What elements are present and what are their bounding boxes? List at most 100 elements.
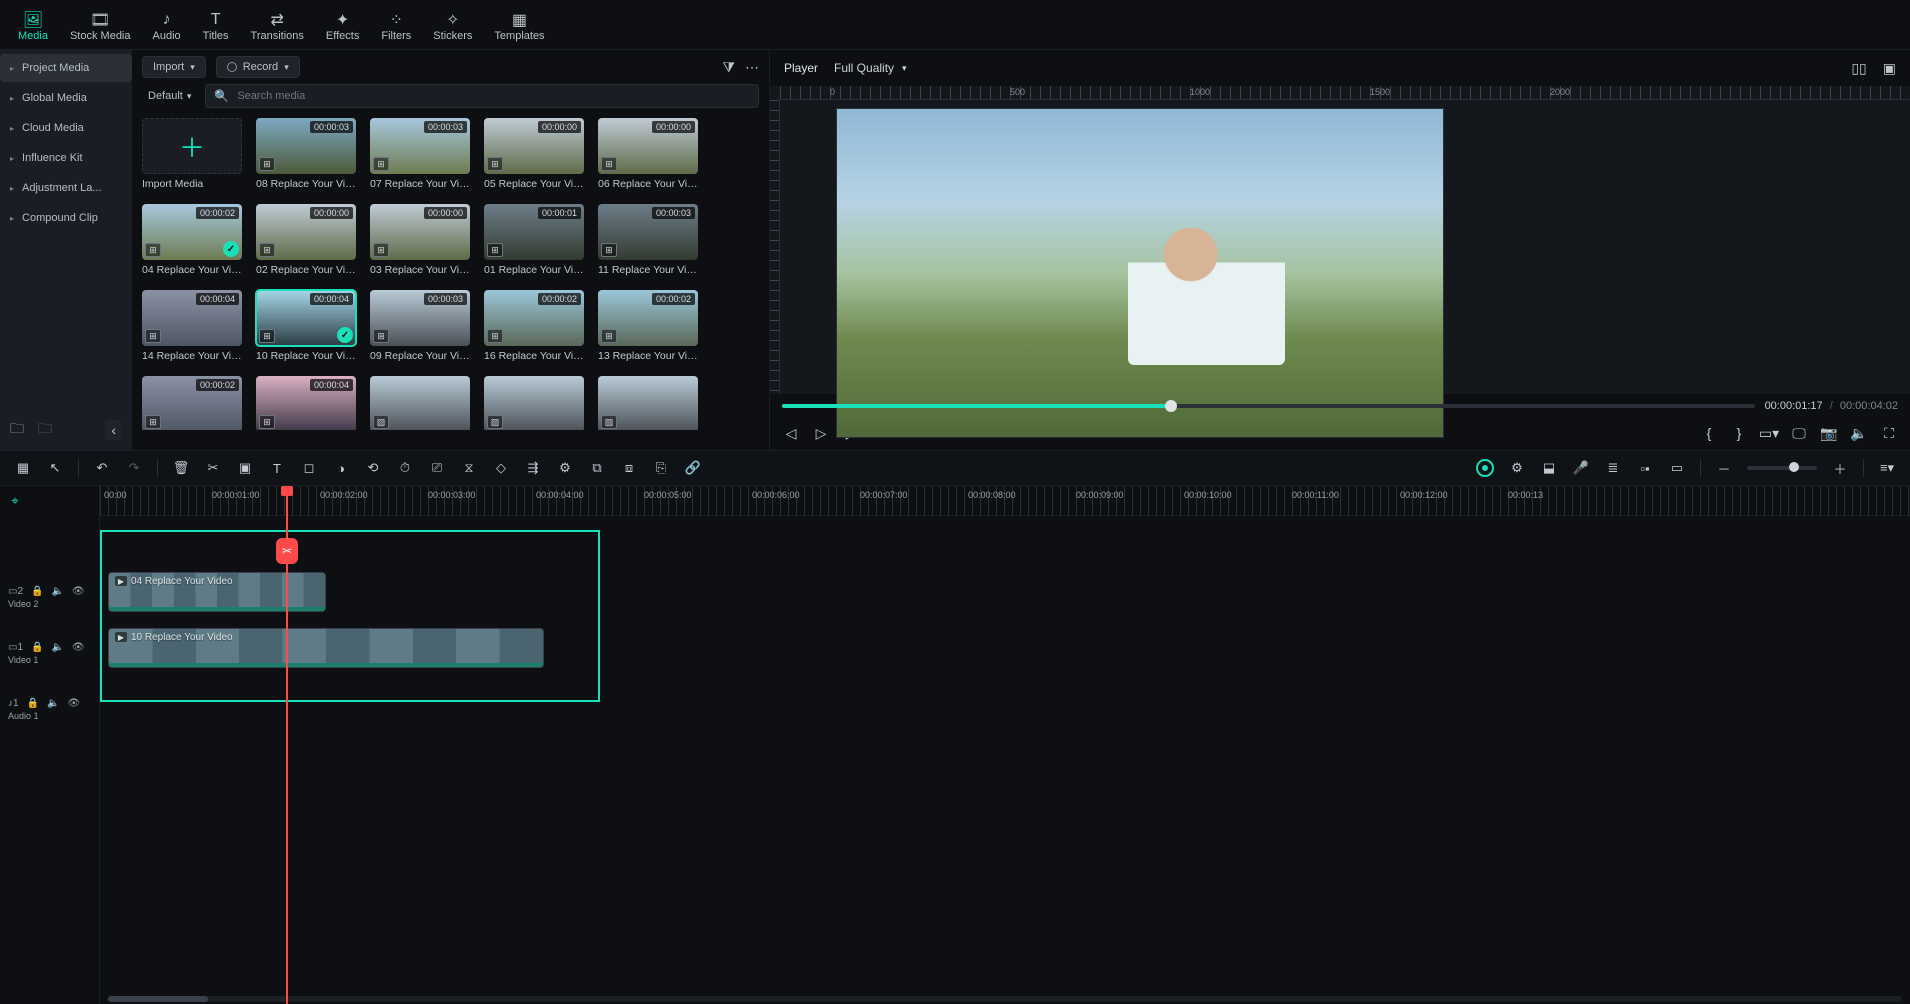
export-clip-icon[interactable]: ⎘ (652, 459, 670, 477)
aspect-dropdown-icon[interactable]: ▭▾ (1760, 424, 1778, 442)
list-view-icon[interactable]: ≡▾ (1878, 459, 1896, 477)
media-thumbnail[interactable]: ▨ (598, 376, 698, 430)
fullscreen-icon[interactable]: ⛶ (1880, 424, 1898, 442)
media-thumbnail[interactable]: 00:00:03 ⊞ (370, 290, 470, 346)
media-item[interactable]: ▨ 02 Replace Your Photo (484, 376, 584, 430)
visibility-icon[interactable]: 👁 (72, 642, 85, 653)
keyframe-icon[interactable]: ◇ (492, 459, 510, 477)
media-item[interactable]: 00:00:04 ⊞ 14 Replace Your Video (142, 290, 242, 362)
media-item[interactable]: 00:00:04 ⊞ ✓ 10 Replace Your Video (256, 290, 356, 362)
track-icon[interactable]: ⇶ (524, 459, 542, 477)
split-scissors-icon[interactable]: ✂ (276, 538, 298, 564)
sidebar-item-adjustment-la-[interactable]: ▸ Adjustment La... (0, 174, 132, 202)
crop-icon[interactable]: ▣ (236, 459, 254, 477)
adjust-icon[interactable]: ⚙ (556, 459, 574, 477)
track-header-video1[interactable]: ▭1 🔒 🔈 👁 Video 1 (0, 630, 99, 676)
pointer-tool-icon[interactable]: ↖ (46, 459, 64, 477)
media-item[interactable]: 00:00:00 ⊞ 05 Replace Your Video (484, 118, 584, 190)
mute-icon[interactable]: 🔈 (51, 586, 63, 597)
media-item[interactable]: 00:00:03 ⊞ 09 Replace Your Video (370, 290, 470, 362)
media-item[interactable]: 00:00:00 ⊞ 06 Replace Your Video (598, 118, 698, 190)
media-thumbnail[interactable]: ▨ (370, 376, 470, 430)
more-icon[interactable]: ⋯ (745, 59, 759, 76)
zoom-in-icon[interactable]: ＋ (1831, 459, 1849, 477)
filter-icon[interactable]: ⧩ (723, 59, 736, 76)
media-item[interactable]: 00:00:01 ⊞ 01 Replace Your Video (484, 204, 584, 276)
dual-view-icon[interactable]: ▯▯ (1851, 60, 1866, 77)
media-thumbnail[interactable]: 00:00:02 ⊞ ✓ (142, 204, 242, 260)
text-icon[interactable]: T (268, 459, 286, 477)
media-item[interactable]: 00:00:00 ⊞ 02 Replace Your Video (256, 204, 356, 276)
mask-icon[interactable]: ◻ (300, 459, 318, 477)
zoom-handle[interactable] (1789, 462, 1799, 472)
undo-icon[interactable]: ↶ (93, 459, 111, 477)
media-item[interactable]: ▨ 01 Replace Your Photo (370, 376, 470, 430)
lock-icon[interactable]: 🔒 (31, 586, 43, 597)
next-frame-button[interactable]: ▷ (812, 424, 830, 442)
media-thumbnail[interactable]: 00:00:00 ⊞ (484, 118, 584, 174)
media-thumbnail[interactable]: ▨ (484, 376, 584, 430)
tab-transitions[interactable]: ⇄ Transitions (251, 12, 304, 42)
search-media-box[interactable]: 🔍 (205, 84, 759, 108)
folder-icon[interactable]: 🗀 (38, 418, 52, 442)
tab-templates[interactable]: ▦ Templates (494, 12, 544, 42)
scrub-track[interactable] (782, 404, 1755, 408)
prev-frame-button[interactable]: ◁ (782, 424, 800, 442)
scrollbar-thumb[interactable] (108, 996, 208, 1002)
record-dropdown[interactable]: Record ▾ (216, 56, 300, 78)
timeline-h-scrollbar[interactable] (108, 996, 1902, 1002)
media-item[interactable]: 00:00:00 ⊞ 03 Replace Your Video (370, 204, 470, 276)
media-item[interactable]: 00:00:02 ⊞ ✓ 04 Replace Your Video (142, 204, 242, 276)
zoom-out-icon[interactable]: － (1715, 459, 1733, 477)
lock-icon[interactable]: 🔒 (31, 642, 43, 653)
media-item[interactable]: 00:00:02 ⊞ 16 Replace Your Video (484, 290, 584, 362)
new-folder-icon[interactable]: 🗀 (10, 418, 24, 442)
timeline-body[interactable]: 00:0000:00:01:0000:00:02:0000:00:03:0000… (100, 486, 1910, 1004)
overlap-icon[interactable]: ⧈ (620, 459, 638, 477)
media-item[interactable]: 00:00:02 ⊞ 12 Replace Your Video (142, 376, 242, 430)
media-thumbnail[interactable]: 00:00:03 ⊞ (256, 118, 356, 174)
volume-icon[interactable]: 🔈 (1850, 424, 1868, 442)
media-thumbnail[interactable]: 00:00:02 ⊞ (142, 376, 242, 430)
media-thumbnail[interactable]: 00:00:04 ⊞ ✓ (256, 290, 356, 346)
redo-icon[interactable]: ↷ (125, 459, 143, 477)
media-thumbnail[interactable]: 00:00:01 ⊞ (484, 204, 584, 260)
color-icon[interactable]: ◑ (332, 459, 350, 477)
import-dropdown[interactable]: Import ▾ (142, 56, 206, 78)
tab-titles[interactable]: T Titles (203, 12, 229, 42)
import-media-button[interactable]: ＋ (142, 118, 242, 174)
track-header-video2[interactable]: ▭2 🔒 🔈 👁 Video 2 (0, 574, 99, 620)
track-row-video2[interactable] (100, 574, 1910, 620)
scrub-handle[interactable] (1165, 400, 1177, 412)
zoom-slider[interactable] (1747, 466, 1817, 470)
single-view-icon[interactable]: ▣ (1883, 60, 1896, 77)
rotate-icon[interactable]: ⟲ (364, 459, 382, 477)
tab-effects[interactable]: ✦ Effects (326, 12, 359, 42)
render-status-icon[interactable] (1476, 459, 1494, 477)
pip-icon[interactable]: ▫▪ (1636, 459, 1654, 477)
media-thumbnail[interactable]: 00:00:02 ⊞ (484, 290, 584, 346)
group-icon[interactable]: ⧉ (588, 459, 606, 477)
media-thumbnail[interactable]: 00:00:03 ⊞ (598, 204, 698, 260)
cut-icon[interactable]: ✂ (204, 459, 222, 477)
media-thumbnail[interactable]: 00:00:00 ⊞ (370, 204, 470, 260)
gear2-icon[interactable]: ⚙ (1508, 459, 1526, 477)
player-stage[interactable]: 0500100015002000 (770, 86, 1910, 394)
caption-icon[interactable]: ⎚ (428, 459, 446, 477)
snapshot-icon[interactable]: 📷 (1820, 424, 1838, 442)
sidebar-item-influence-kit[interactable]: ▸ Influence Kit (0, 144, 132, 172)
timeline-ruler[interactable]: 00:0000:00:01:0000:00:02:0000:00:03:0000… (100, 486, 1910, 516)
monitor-icon[interactable]: 🖵 (1790, 424, 1808, 442)
tab-audio[interactable]: ♪ Audio (153, 12, 181, 42)
tab-stock-media[interactable]: 🎞 Stock Media (70, 12, 131, 42)
marker-icon[interactable]: ⬓ (1540, 459, 1558, 477)
track-header-audio1[interactable]: ♪1 🔒 🔈 👁 Audio 1 (0, 686, 99, 732)
track-row-audio1[interactable] (100, 686, 1910, 732)
magnet-icon[interactable]: ⌖ (6, 492, 24, 510)
media-thumbnail[interactable]: 00:00:04 ⊞ (142, 290, 242, 346)
media-thumbnail[interactable]: 00:00:03 ⊞ (370, 118, 470, 174)
media-item[interactable]: 00:00:03 ⊞ 11 Replace Your Video (598, 204, 698, 276)
mark-in-icon[interactable]: { (1700, 424, 1718, 442)
collapse-sidebar-icon[interactable]: ‹ (105, 420, 122, 440)
preview-canvas[interactable] (836, 108, 1444, 438)
